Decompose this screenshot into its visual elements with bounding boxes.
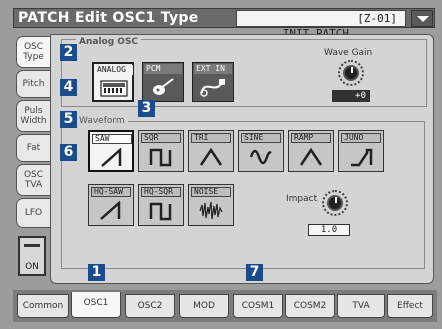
- button-label: PCM: [144, 64, 182, 74]
- hq-saw-wave-icon: [100, 201, 121, 220]
- wave-gain-knob[interactable]: [343, 65, 359, 81]
- wave-noise-button[interactable]: NOISE: [188, 184, 234, 226]
- tab-fat[interactable]: Fat: [16, 134, 50, 162]
- square-wave-icon: [149, 148, 172, 167]
- impact-value: 1.0: [308, 224, 350, 236]
- tab-pitch[interactable]: Pitch: [16, 70, 50, 98]
- on-switch[interactable]: ON: [18, 236, 46, 276]
- button-label: TRI: [191, 133, 231, 143]
- tab-pulse-width[interactable]: Puls Width: [16, 100, 50, 132]
- osc-group-label: Analog OSC: [76, 37, 142, 47]
- wave-gain-label: Wave Gain: [324, 48, 373, 58]
- callout-1: 1: [88, 264, 105, 281]
- button-label: EXT IN: [194, 64, 232, 74]
- triangle-wave-icon: [199, 147, 223, 166]
- osc-type-group: Analog OSC ANALOG PCM EXT IN Wave Gain +…: [61, 37, 427, 107]
- wave-saw-button[interactable]: SAW: [88, 130, 134, 172]
- title-bar: PATCH Edit OSC1 Type INIT PATCH [Z-01]: [13, 8, 435, 40]
- patch-edit-screen: PATCH Edit OSC1 Type INIT PATCH [Z-01] O…: [0, 0, 442, 329]
- patch-number: [Z-01]: [357, 12, 397, 25]
- wave-juno-button[interactable]: JUNO: [338, 130, 384, 172]
- tab-common[interactable]: Common: [17, 294, 69, 318]
- switch-indicator: [24, 244, 40, 247]
- wave-hq-saw-button[interactable]: HQ-SAW: [88, 184, 134, 226]
- callout-2: 2: [60, 44, 77, 61]
- button-label: HQ-SAW: [91, 187, 131, 197]
- callout-3: 3: [138, 100, 155, 117]
- osc-type-pcm-button[interactable]: PCM: [142, 62, 184, 102]
- juno-wave-icon: [351, 148, 373, 167]
- callout-4: 4: [60, 79, 77, 96]
- waveform-group-label: Waveform: [76, 116, 128, 126]
- callout-6: 6: [60, 144, 77, 161]
- sine-wave-icon: [249, 149, 272, 165]
- impact-label: Impact: [286, 194, 318, 204]
- page-title: PATCH Edit OSC1 Type: [18, 10, 199, 26]
- button-label: RAMP: [291, 133, 331, 143]
- tab-lfo[interactable]: LFO: [16, 198, 50, 228]
- button-label: SAW: [92, 134, 132, 144]
- tab-mod[interactable]: MOD: [179, 294, 229, 318]
- tab-osc1[interactable]: OSC1: [71, 292, 121, 318]
- wave-ramp-button[interactable]: RAMP: [288, 130, 334, 172]
- wave-hq-sqr-button[interactable]: HQ-SQR: [138, 184, 184, 226]
- wave-gain-value: +0: [332, 90, 370, 102]
- callout-7: 7: [246, 264, 263, 281]
- button-label: SINE: [241, 133, 281, 143]
- tab-osc-tva[interactable]: OSC TVA: [16, 164, 50, 196]
- wave-sqr-button[interactable]: SQR: [138, 130, 184, 172]
- keyboard-icon: [100, 80, 128, 97]
- button-label: SQR: [141, 133, 181, 143]
- osc-type-analog-button[interactable]: ANALOG: [92, 62, 134, 102]
- tab-osc2[interactable]: OSC2: [125, 294, 175, 318]
- hq-square-wave-icon: [149, 202, 172, 221]
- button-label: ANALOG: [95, 65, 133, 75]
- chevron-down-icon[interactable]: [411, 10, 433, 27]
- noise-wave-icon: [199, 201, 223, 220]
- wave-tri-button[interactable]: TRI: [188, 130, 234, 172]
- waveform-group: Waveform SAW SQR TRI SINE RAMP JUNO HQ-S…: [61, 116, 425, 269]
- osc-type-ext-in-button[interactable]: EXT IN: [192, 62, 234, 102]
- tab-cosm1[interactable]: COSM1: [233, 294, 283, 318]
- tab-cosm2[interactable]: COSM2: [285, 294, 335, 318]
- bottom-tab-bar: Common OSC1 OSC2 MOD COSM1 COSM2 TVA Eff…: [13, 290, 437, 322]
- impact-knob[interactable]: [327, 195, 343, 211]
- main-panel: Analog OSC ANALOG PCM EXT IN Wave Gain +…: [50, 34, 434, 284]
- patch-selector[interactable]: INIT PATCH [Z-01]: [236, 10, 406, 40]
- button-label: JUNO: [341, 133, 381, 143]
- saw-wave-icon: [101, 148, 122, 167]
- wave-sine-button[interactable]: SINE: [238, 130, 284, 172]
- tab-effect[interactable]: Effect: [387, 294, 433, 318]
- callout-5: 5: [60, 111, 77, 128]
- tab-tva[interactable]: TVA: [337, 294, 385, 318]
- button-label: HQ-SQR: [141, 187, 181, 197]
- button-label: NOISE: [191, 187, 231, 197]
- guitar-icon: [153, 78, 174, 95]
- switch-label: ON: [25, 262, 39, 272]
- plug-icon: [200, 79, 225, 97]
- ramp-wave-icon: [299, 147, 323, 166]
- tab-osc-type[interactable]: OSC Type: [16, 36, 50, 68]
